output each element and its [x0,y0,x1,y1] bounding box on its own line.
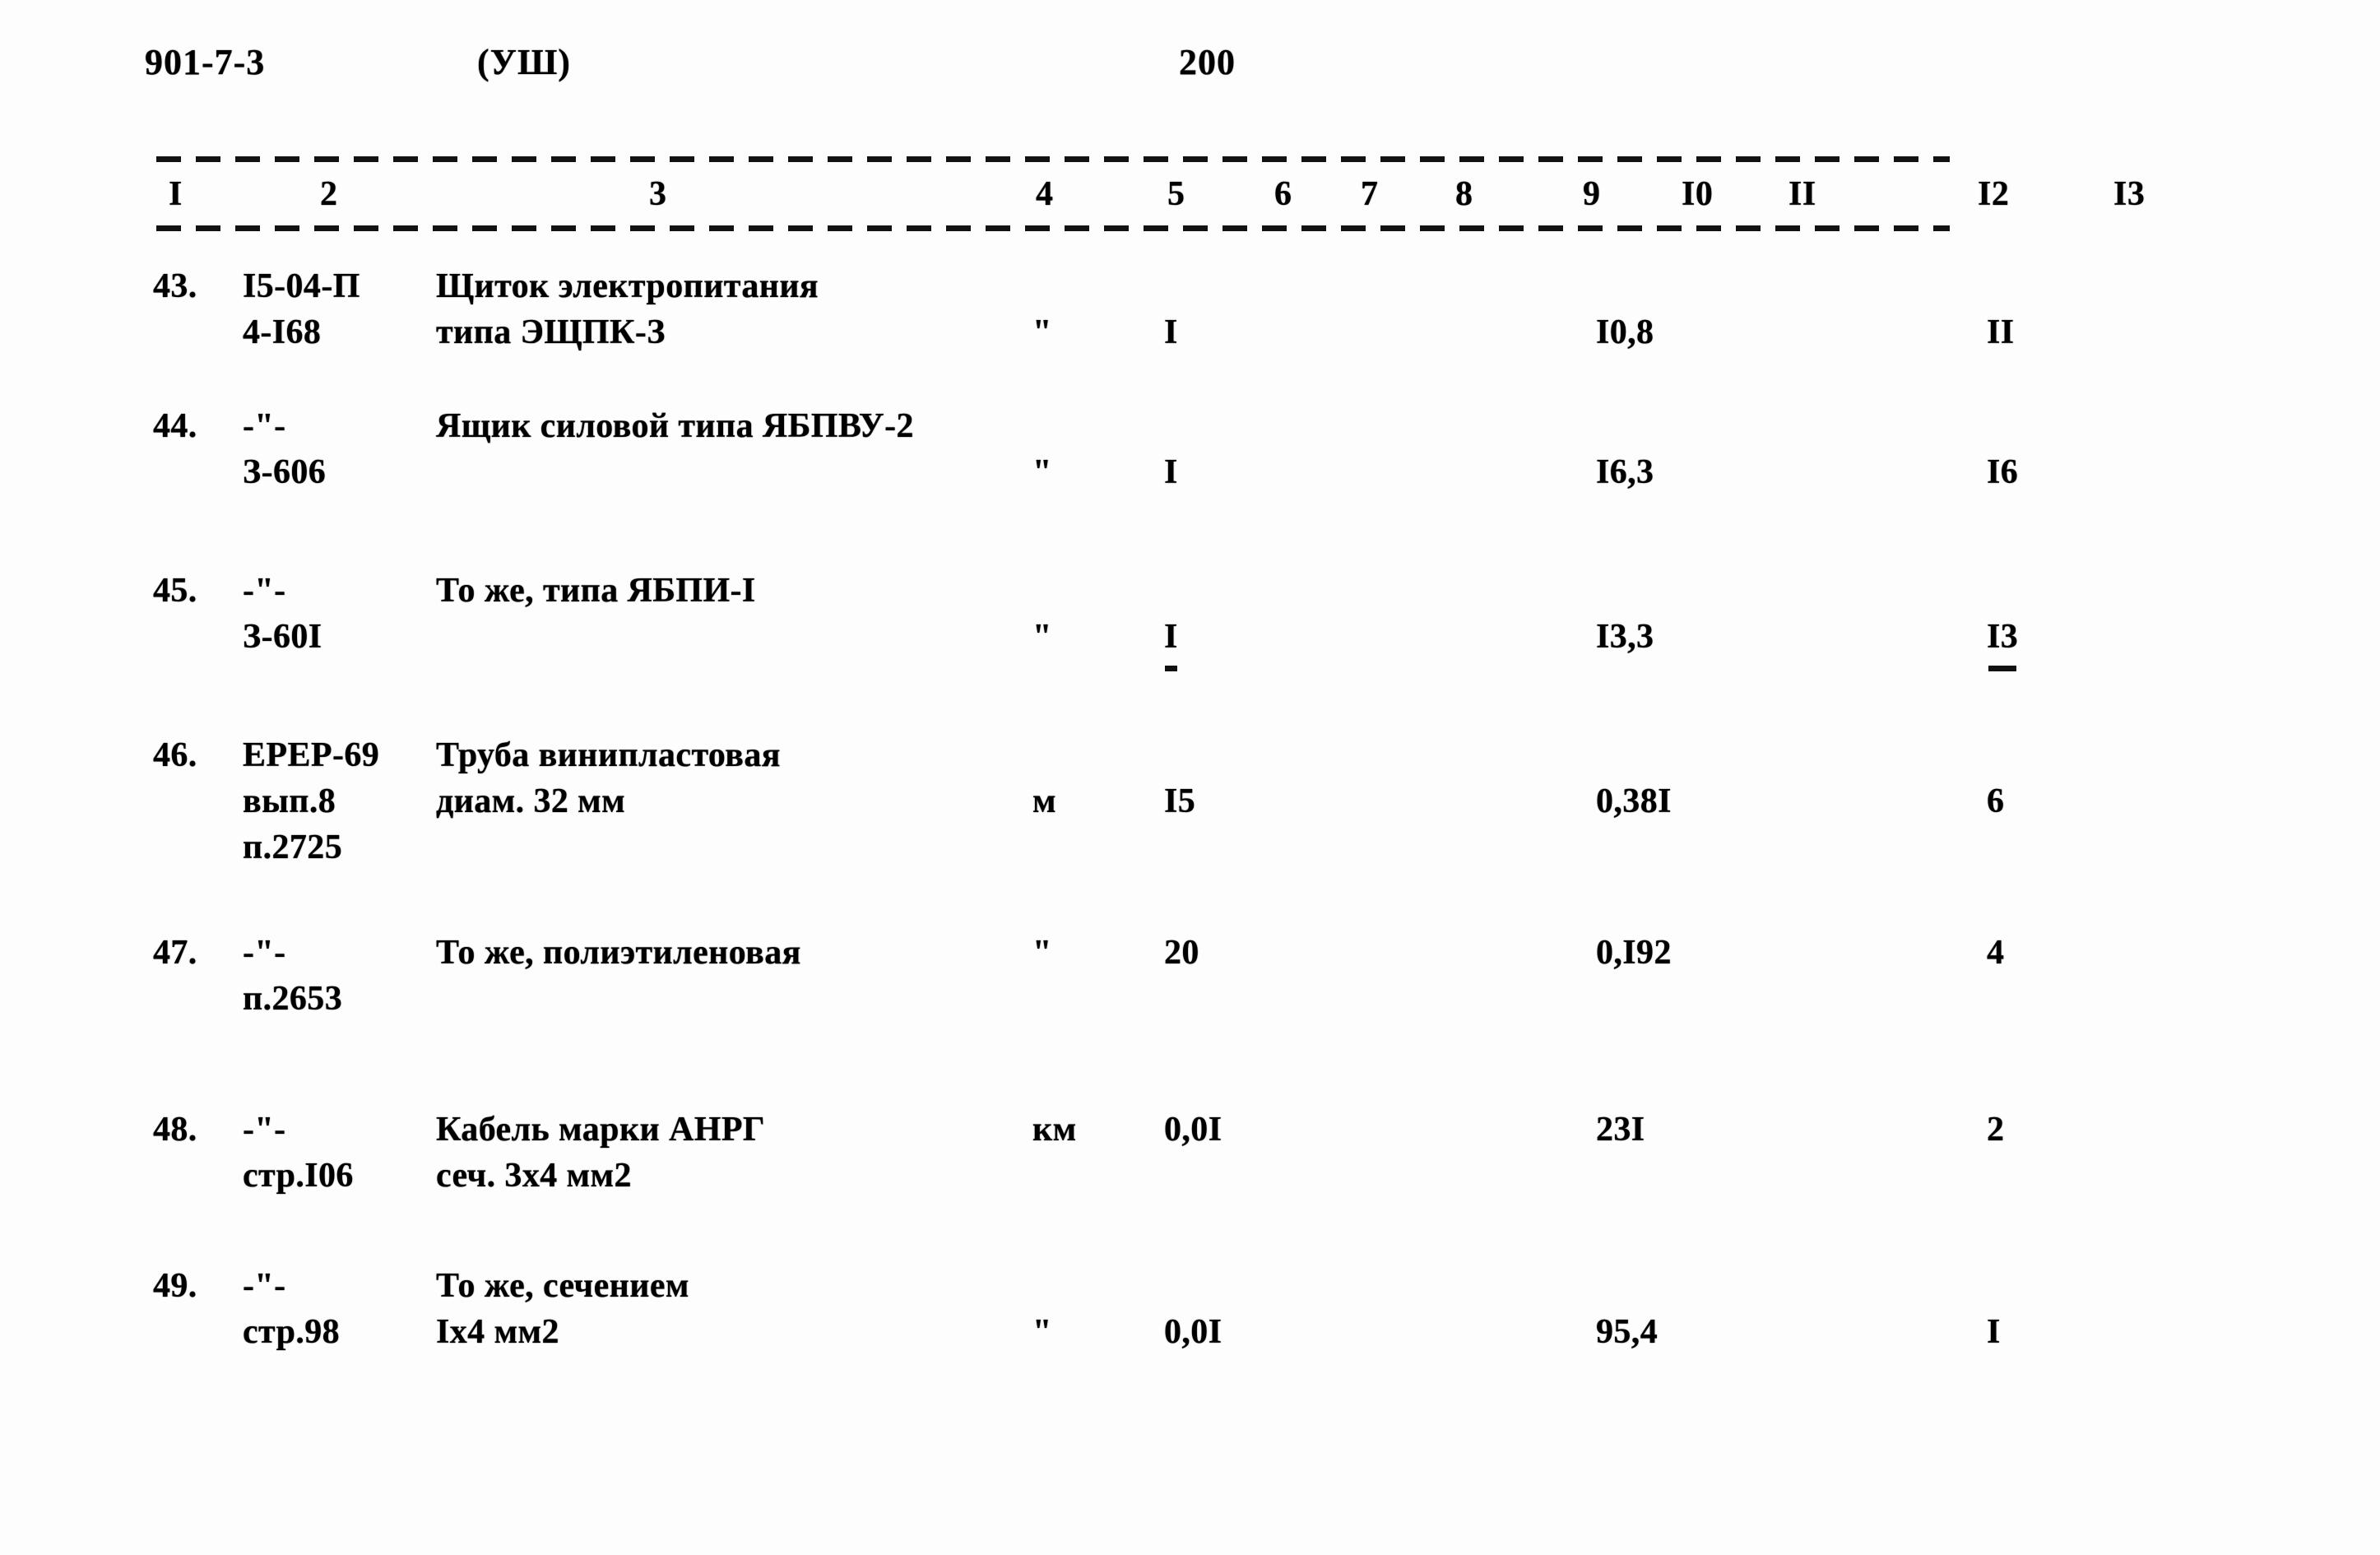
row-reference-line: стр.I06 [243,1157,354,1195]
row-unit: " [1032,618,1052,656]
row-description-line: типа ЭЩПК-З [436,313,666,351]
row-reference-line: -"- [243,1267,286,1305]
column-header-4: 4 [1028,171,1061,217]
row-quantity: I [1164,453,1178,491]
document-series: (УШ) [477,42,571,82]
table-rule-top [156,156,1950,162]
row-description-line: Ящик силовой типа ЯБПВУ-2 [436,407,914,445]
row-description-line: То же, типа ЯБПИ-I [436,572,756,610]
row-column-9-value: I0,8 [1596,313,1654,351]
row-reference-line: стр.98 [243,1313,341,1351]
row-description-line: Кабель марки АНРГ [436,1111,766,1149]
row-column-12-value: 4 [1987,934,2005,972]
row-column-9-value: 0,I92 [1596,934,1672,972]
row-reference-line: 4-I68 [243,313,322,351]
row-item-number: 48. [153,1111,197,1149]
row-reference-line: -"- [243,1111,286,1149]
column-header-1: I [161,171,190,217]
row-quantity: 20 [1164,934,1199,972]
column-header-3: 3 [642,171,675,217]
row-unit: " [1032,934,1052,972]
row-description-line: диам. 32 мм [436,782,626,820]
row-column-9-value: 0,38I [1596,782,1672,820]
row-column-9-value: I6,3 [1596,453,1654,491]
row-unit: " [1032,1313,1052,1351]
row-item-number: 45. [153,572,197,610]
row-reference-line: п.2725 [243,829,343,866]
row-reference-line: п.2653 [243,980,343,1018]
row-reference-line: -"- [243,934,286,972]
row-quantity: I5 [1164,782,1196,820]
column-header-6: 6 [1267,171,1300,217]
row-description-line: То же, сечением [436,1267,689,1305]
row-description-line: Труба винипластовая [436,736,781,774]
row-reference-line: З-60I [243,618,322,656]
row-column-12-value: 2 [1987,1111,2005,1149]
column-header-5: 5 [1160,171,1193,217]
column-header-7: 7 [1353,171,1386,217]
row-reference-line: -"- [243,572,286,610]
row-item-number: 47. [153,934,197,972]
row-reference-line: З-606 [243,453,327,491]
row-item-number: 49. [153,1267,197,1305]
row-unit: " [1032,453,1052,491]
page-header: 901-7-3 (УШ) 200 [0,41,2380,99]
row-unit: км [1032,1111,1077,1149]
row-column-12-value: I [1987,1313,2001,1351]
row-column-9-value: 23I [1596,1111,1645,1149]
column-header-11: II [1781,171,1824,217]
row-description-line: То же, полиэтиленовая [436,934,801,972]
row-item-number: 46. [153,736,197,774]
table-rule-bottom [156,225,1950,231]
row-description-line: сеч. 3х4 мм2 [436,1157,632,1195]
row-column-12-value: II [1987,313,2015,351]
row-unit: " [1032,313,1052,351]
page-number: 200 [1179,42,1236,82]
row-column-12-value: I6 [1987,453,2019,491]
row-reference-line: -"- [243,407,286,445]
row-quantity: I [1164,313,1178,351]
row-quantity: I [1164,614,1178,671]
column-header-10: I0 [1674,171,1721,217]
row-quantity: 0,0I [1164,1313,1222,1351]
row-description-line: Iх4 мм2 [436,1313,559,1351]
column-header-8: 8 [1448,171,1481,217]
row-column-12-value: 6 [1987,782,2005,820]
document-code: 901-7-3 [145,42,266,82]
row-item-number: 43. [153,267,197,305]
row-item-number: 44. [153,407,197,445]
row-reference-line: ЕРЕР-69 [243,736,380,774]
column-header-12: I2 [1970,171,2017,217]
column-header-13: I3 [2106,171,2153,217]
column-header-2: 2 [313,171,346,217]
row-unit: м [1032,782,1057,820]
row-column-12-value: I3 [1987,614,2018,671]
column-header-9: 9 [1575,171,1608,217]
row-quantity: 0,0I [1164,1111,1222,1149]
row-column-9-value: I3,3 [1596,618,1654,656]
row-column-9-value: 95,4 [1596,1313,1659,1351]
row-reference-line: вып.8 [243,782,336,820]
document-page: 901-7-3 (УШ) 200 I 2 3 4 5 6 7 8 9 I0 II I2 I3 43. I5… [0,0,2380,1555]
row-reference-line: I5-04-П [243,267,360,305]
row-description-line: Щиток электропитания [436,267,819,305]
